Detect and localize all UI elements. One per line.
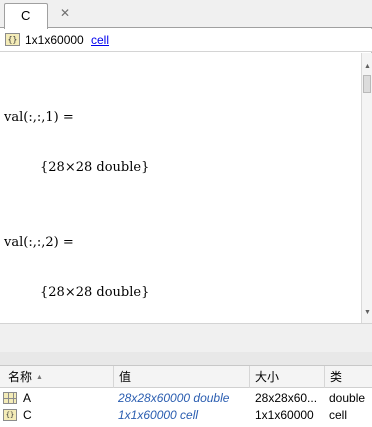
sort-ascending-icon: ▲ bbox=[36, 373, 43, 381]
column-header-value[interactable]: 值 bbox=[114, 366, 250, 388]
variable-value: 28x28x60000 double bbox=[118, 391, 230, 405]
variable-name: A bbox=[23, 391, 32, 405]
variable-class: double bbox=[329, 391, 366, 405]
cell-display-area: val(:,:,1) = {28×28 double} val(:,:,2) =… bbox=[0, 53, 360, 323]
vertical-scrollbar[interactable]: ▲ ▼ bbox=[361, 53, 372, 323]
column-header-name[interactable]: 名称 ▲ bbox=[3, 366, 114, 388]
variable-class: cell bbox=[329, 408, 348, 422]
column-label: 值 bbox=[119, 370, 132, 384]
variable-info-bar: {} 1x1x60000 cell bbox=[0, 29, 372, 52]
variable-name: C bbox=[23, 408, 32, 422]
variable-size: 1x1x60000 bbox=[255, 408, 314, 422]
variable-value: 1x1x60000 cell bbox=[118, 408, 199, 422]
variable-size: 28x28x60... bbox=[255, 391, 318, 405]
tab-label: C bbox=[21, 8, 31, 23]
scrollbar-thumb[interactable] bbox=[363, 75, 371, 93]
cell-array-icon: {} bbox=[3, 409, 17, 421]
column-label: 类 bbox=[330, 370, 343, 384]
icon-cell: {} bbox=[3, 407, 18, 424]
scroll-down-icon[interactable]: ▼ bbox=[364, 309, 371, 316]
workspace-header: 名称 ▲ 值 大小 类 bbox=[0, 366, 372, 388]
editor-tabstrip: C ✕ bbox=[0, 0, 372, 29]
tab-c[interactable]: C bbox=[4, 3, 48, 29]
workspace-row[interactable]: {} C 1x1x60000 cell 1x1x60000 cell bbox=[0, 407, 372, 424]
slice-header: val(:,:,1) = bbox=[4, 110, 74, 125]
workspace-panel: 名称 ▲ 值 大小 类 A 28x28x60000 double 28x28x60… bbox=[0, 366, 372, 427]
tab-close-button[interactable]: ✕ bbox=[54, 4, 72, 24]
class-link[interactable]: cell bbox=[91, 33, 109, 47]
column-label: 大小 bbox=[255, 370, 280, 384]
close-icon: ✕ bbox=[60, 6, 71, 20]
column-header-class[interactable]: 类 bbox=[325, 366, 372, 388]
scroll-up-icon[interactable]: ▲ bbox=[364, 63, 371, 70]
variable-size: 1x1x60000 bbox=[25, 33, 84, 47]
panel-splitter[interactable] bbox=[0, 352, 372, 366]
icon-cell bbox=[3, 390, 18, 407]
column-label: 名称 bbox=[8, 370, 33, 384]
column-header-size[interactable]: 大小 bbox=[250, 366, 325, 388]
slice-value: {28×28 double} bbox=[40, 285, 150, 300]
slice-header: val(:,:,2) = bbox=[4, 235, 74, 250]
workspace-row[interactable]: A 28x28x60000 double 28x28x60... double bbox=[0, 390, 372, 407]
cell-array-icon: {} bbox=[5, 33, 20, 46]
matrix-icon bbox=[3, 392, 17, 404]
horizontal-scrollbar[interactable] bbox=[0, 323, 372, 352]
slice-value: {28×28 double} bbox=[40, 160, 150, 175]
variable-editor: C ✕ {} 1x1x60000 cell val(:,:,1) = {28×2… bbox=[0, 0, 372, 352]
